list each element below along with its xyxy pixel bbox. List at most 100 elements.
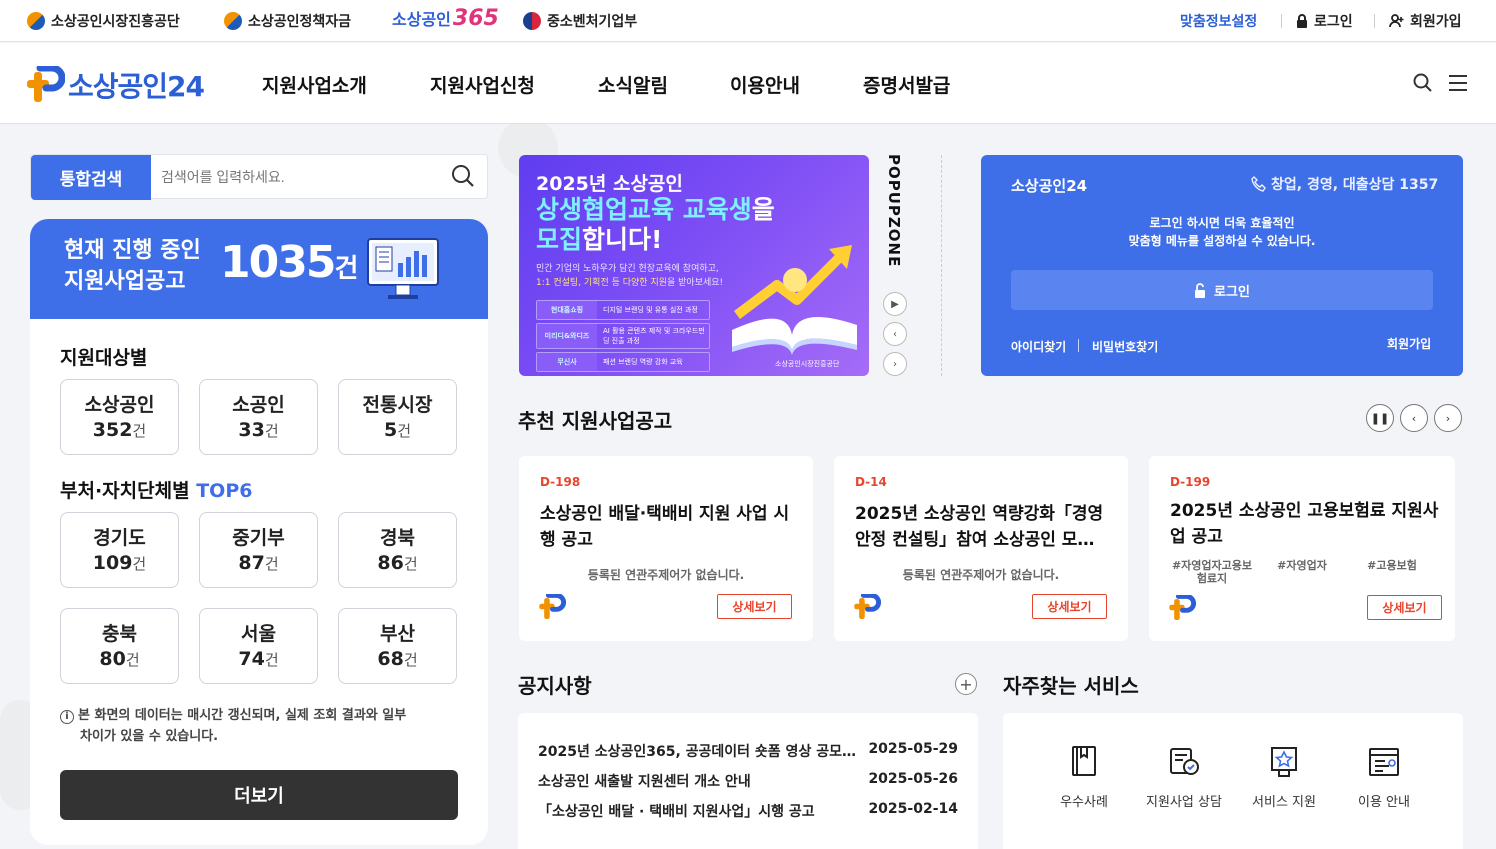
- banner-org: 소상공인시장진흥공단: [775, 360, 840, 368]
- login-box-title: 소상공인24: [1011, 177, 1088, 195]
- target-tile[interactable]: 소상공인 352건: [60, 379, 179, 455]
- service-item[interactable]: 이용 안내: [1334, 745, 1434, 810]
- card-title: 2025년 소상공인 역량강화「경영안정 컨설팅」참여 소상공인 모…: [855, 504, 1104, 550]
- chevron-right-icon[interactable]: ›: [883, 352, 907, 376]
- total-count: 1035건: [220, 237, 358, 288]
- divider: [1281, 14, 1282, 28]
- brand-logo: 소상공인 365: [392, 6, 499, 31]
- consult-icon: [1170, 748, 1199, 775]
- search-icon[interactable]: [1413, 73, 1433, 93]
- signup-link[interactable]: 회원가입: [1389, 11, 1462, 31]
- logo-mark-icon: [539, 594, 566, 619]
- lock-icon: [1297, 14, 1307, 28]
- detail-button[interactable]: 상세보기: [717, 594, 792, 619]
- recommended-card[interactable]: D-198 소상공인 배달·택배비 지원 사업 시행 공고 등록된 연관주제어가…: [519, 456, 813, 641]
- link-mss[interactable]: 중소벤처기업부: [523, 11, 637, 31]
- recommended-card[interactable]: D-199 2025년 소상공인 고용보험료 지원사업 공고 #자영업자고용보험…: [1149, 456, 1455, 641]
- signup-link[interactable]: 회원가입: [1387, 335, 1431, 352]
- unlock-icon: [1195, 282, 1206, 298]
- link-semas[interactable]: 소상공인시장진흥공단: [27, 11, 180, 31]
- find-id-link[interactable]: 아이디찾기: [1011, 338, 1066, 355]
- logo-mark-icon[interactable]: [27, 66, 65, 102]
- agency-tile[interactable]: 서울 74건: [199, 608, 318, 684]
- logo-mark-icon: [854, 594, 881, 619]
- data-update-note: i본 화면의 데이터는 매시간 갱신되며, 실제 조회 결과와 일부 차이가 있을…: [60, 705, 460, 747]
- popupzone-title: POPUPZONE: [885, 154, 903, 268]
- stats-header: 현재 진행 중인 지원사업공고 1035건: [30, 219, 488, 319]
- notice-item[interactable]: 2025년 소상공인365, 공공데이터 숏폼 영상 공모… 2025-05-29: [538, 741, 958, 761]
- book-icon: [1072, 746, 1096, 776]
- keyword-tags: #자영업자고용보험료지 #자영업자 #고용보험: [1167, 559, 1437, 585]
- login-description: 로그인 하시면 더욱 효율적인 맞춤형 메뉴를 설정하실 수 있습니다.: [1128, 216, 1316, 248]
- card-title: 2025년 소상공인 고용보험료 지원사업 공고: [1170, 501, 1439, 547]
- agency-tile[interactable]: 충북 80건: [60, 608, 179, 684]
- notice-title: 공지사항: [518, 674, 592, 698]
- hamburger-menu-icon[interactable]: [1449, 75, 1467, 91]
- service-item[interactable]: 지원사업 상담: [1134, 745, 1234, 810]
- top-utility-bar: 소상공인시장진흥공단 소상공인정책자금 소상공인 365 중소벤처기업부 맞춤정보…: [0, 0, 1496, 42]
- custom-info-link[interactable]: 맞춤정보설정: [1180, 11, 1257, 31]
- nav-news[interactable]: 소식알림: [598, 71, 668, 98]
- link-sosang365[interactable]: 소상공인 365: [392, 6, 499, 31]
- banner-title: 2025년 소상공인: [536, 173, 683, 195]
- site-logo[interactable]: 소상공인24: [68, 65, 205, 105]
- target-tile[interactable]: 전통시장 5건: [338, 379, 457, 455]
- keyword-tag[interactable]: #고용보험: [1347, 559, 1437, 585]
- login-button[interactable]: 로그인: [1011, 270, 1433, 310]
- semas-emblem-icon: [27, 12, 45, 30]
- link-policy-fund[interactable]: 소상공인정책자금: [224, 11, 351, 31]
- guide-icon: [1369, 748, 1399, 776]
- divider: [1078, 339, 1079, 352]
- dashboard-illustration-icon: [367, 238, 439, 299]
- nav-apply[interactable]: 지원사업신청: [430, 71, 535, 98]
- banner-row: 미리디&와디즈 AI 활용 콘텐츠 제작 및 크라우드펀딩 진출 과정: [536, 323, 710, 349]
- target-tile[interactable]: 소공인 33건: [199, 379, 318, 455]
- services-title: 자주찾는 서비스: [1003, 674, 1139, 698]
- banner-row: 무신사 패션 브랜딩 역량 강화 교육: [536, 352, 710, 372]
- dday-badge: D-199: [1170, 475, 1211, 489]
- agency-tile[interactable]: 부산 68건: [338, 608, 457, 684]
- dday-badge: D-198: [540, 475, 581, 489]
- notice-item[interactable]: 「소상공인 배달 · 택배비 지원사업」시행 공고 2025-02-14: [538, 801, 958, 821]
- agency-tile[interactable]: 중기부 87건: [199, 512, 318, 588]
- integrated-search: 통합검색: [30, 154, 488, 200]
- plus-icon[interactable]: +: [955, 673, 977, 695]
- target-section-title: 지원대상별: [60, 347, 148, 369]
- chevron-right-icon[interactable]: ›: [1434, 404, 1462, 432]
- chevron-left-icon[interactable]: ‹: [883, 322, 907, 346]
- login-link[interactable]: 로그인: [1296, 11, 1353, 31]
- detail-button[interactable]: 상세보기: [1367, 595, 1442, 620]
- service-item[interactable]: 우수사례: [1034, 745, 1134, 810]
- pause-icon[interactable]: ❚❚: [1366, 404, 1394, 432]
- agency-tile[interactable]: 경북 86건: [338, 512, 457, 588]
- search-tab[interactable]: 통합검색: [31, 155, 151, 200]
- keyword-tag[interactable]: #자영업자고용보험료지: [1167, 559, 1257, 585]
- empty-keywords: 등록된 연관주제어가 없습니다.: [587, 568, 745, 582]
- find-password-link[interactable]: 비밀번호찾기: [1092, 338, 1158, 355]
- agency-tile[interactable]: 경기도 109건: [60, 512, 179, 588]
- nav-certificate[interactable]: 증명서발급: [863, 71, 950, 98]
- government-emblem-icon: [523, 12, 541, 30]
- more-button[interactable]: 더보기: [60, 770, 458, 820]
- chevron-left-icon[interactable]: ‹: [1400, 404, 1428, 432]
- divider: [941, 155, 942, 376]
- keyword-tag[interactable]: #자영업자: [1257, 559, 1347, 585]
- logo-mark-icon: [1169, 595, 1196, 620]
- detail-button[interactable]: 상세보기: [1032, 594, 1107, 619]
- service-item[interactable]: 서비스 지원: [1234, 745, 1334, 810]
- phone-contact: 창업, 경영, 대출상담 1357: [1251, 174, 1438, 194]
- notice-item[interactable]: 소상공인 새출발 지원센터 개소 안내 2025-05-26: [538, 771, 958, 791]
- growth-book-illustration: [732, 245, 857, 355]
- popup-banner[interactable]: 2025년 소상공인 상생협업교육 교육생을 모집합니다! 민간 기업의 노하우가…: [519, 155, 869, 376]
- nav-intro[interactable]: 지원사업소개: [262, 71, 367, 98]
- stats-panel: 현재 진행 중인 지원사업공고 1035건 지원대상별 소상공인 352건 소공인 3…: [30, 219, 488, 845]
- notice-list: 2025년 소상공인365, 공공데이터 숏폼 영상 공모… 2025-05-29…: [518, 713, 978, 849]
- nav-guide[interactable]: 이용안내: [730, 71, 800, 98]
- card-title: 소상공인 배달·택배비 지원 사업 시행 공고: [540, 504, 790, 550]
- user-add-icon: [1389, 14, 1404, 28]
- recommended-card[interactable]: D-14 2025년 소상공인 역량강화「경영안정 컨설팅」참여 소상공인 모……: [834, 456, 1128, 641]
- search-icon[interactable]: [451, 164, 475, 188]
- recommended-title: 추천 지원사업공고: [518, 409, 673, 433]
- play-icon[interactable]: ▶: [883, 292, 907, 316]
- search-input[interactable]: [161, 163, 441, 191]
